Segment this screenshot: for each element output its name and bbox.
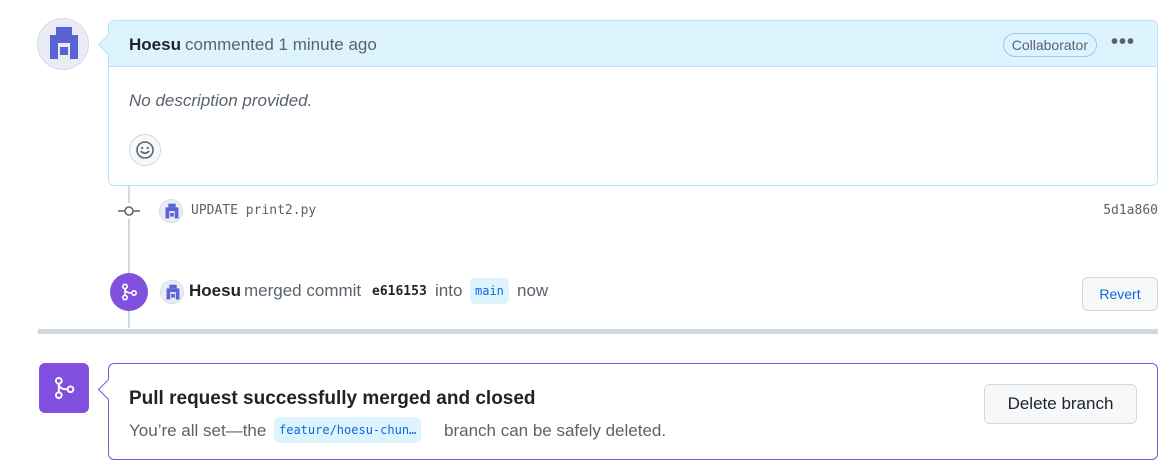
merge-status-text: You’re all set—the <box>129 421 267 440</box>
head-branch-link[interactable]: feature/hoesu-chun… <box>274 417 422 443</box>
merge-into-text: into <box>435 281 463 300</box>
merge-status-box: Pull request successfully merged and clo… <box>108 363 1158 460</box>
collaborator-badge: Collaborator <box>1002 33 1097 57</box>
comment-header: Hoesu commented 1 minute ago Collaborato… <box>109 21 1157 67</box>
delete-branch-button[interactable]: Delete branch <box>984 384 1137 424</box>
merge-author-avatar[interactable] <box>160 280 184 304</box>
timeline-divider <box>38 329 1158 334</box>
merge-status-text-end: branch can be safely deleted. <box>444 421 667 440</box>
merge-commit-sha-link[interactable]: e616153 <box>372 284 427 299</box>
revert-button[interactable]: Revert <box>1082 277 1158 311</box>
comment-author-link[interactable]: Hoesu <box>129 35 181 55</box>
target-branch-link[interactable]: main <box>470 278 509 304</box>
comment-box: Hoesu commented 1 minute ago Collaborato… <box>108 20 1158 186</box>
commit-sha-link[interactable]: 5d1a860 <box>1103 203 1158 218</box>
merge-author-link[interactable]: Hoesu <box>189 281 241 301</box>
commit-message-link[interactable]: UPDATE print2.py <box>191 203 316 218</box>
smiley-icon <box>136 141 154 159</box>
git-merge-icon <box>39 363 89 413</box>
merge-status-title: Pull request successfully merged and clo… <box>129 388 536 409</box>
comment-body: No description provided. <box>129 91 313 110</box>
merge-event-time[interactable]: now <box>517 281 548 301</box>
merge-event-text: merged commit <box>244 281 362 300</box>
add-reaction-button[interactable] <box>129 134 161 166</box>
git-merge-icon <box>110 273 148 311</box>
comment-timestamp[interactable]: commented 1 minute ago <box>185 35 377 55</box>
commit-author-avatar[interactable] <box>159 199 183 223</box>
kebab-horizontal-icon[interactable]: ••• <box>1111 31 1135 54</box>
git-commit-icon <box>118 203 140 219</box>
comment-author-avatar[interactable] <box>37 18 89 70</box>
